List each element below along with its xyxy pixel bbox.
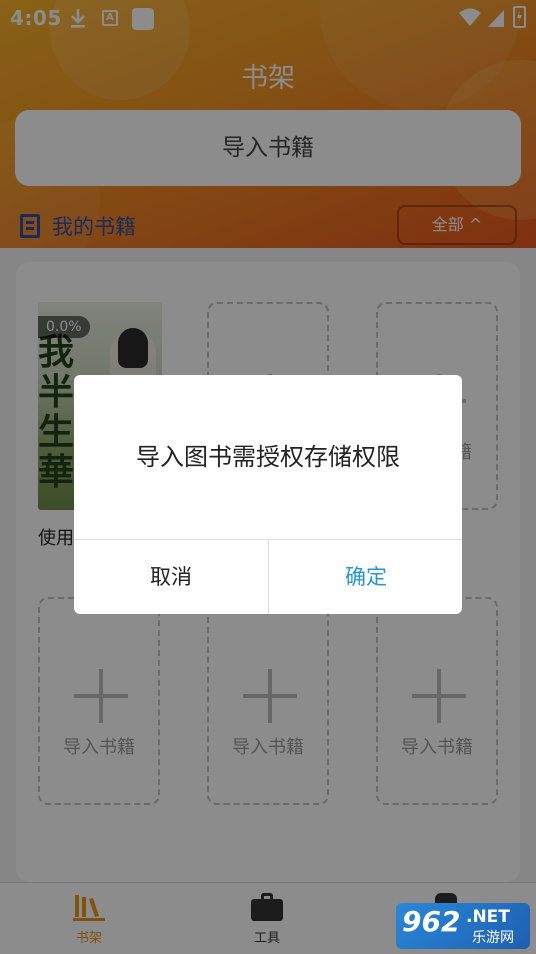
- screen: 4:05 A 书架 导入书籍 我的书籍 全部 ^ 我半生華 0.0% 使用 籍 …: [0, 0, 536, 954]
- site-watermark-logo: 962 .NET 乐游网: [396, 903, 530, 949]
- watermark-subtitle: 乐游网: [472, 930, 514, 946]
- permission-dialog: 导入图书需授权存储权限 取消 确定: [74, 375, 462, 614]
- cancel-button[interactable]: 取消: [74, 540, 268, 614]
- watermark-suffix: .NET: [466, 907, 510, 927]
- confirm-button[interactable]: 确定: [269, 540, 462, 614]
- dialog-message: 导入图书需授权存储权限: [136, 443, 400, 471]
- watermark-brand: 962: [402, 905, 461, 938]
